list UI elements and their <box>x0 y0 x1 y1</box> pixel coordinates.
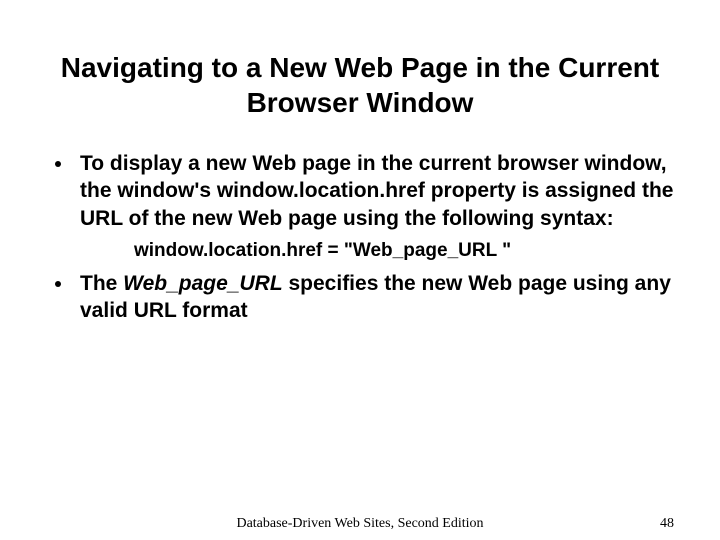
bullet-list-2: The Web_page_URL specifies the new Web p… <box>46 270 674 325</box>
bullet-2-pre: The <box>80 272 123 295</box>
bullet-item-1: To display a new Web page in the current… <box>74 150 674 232</box>
footer-page-number: 48 <box>660 516 674 532</box>
code-sample: window.location.href = "Web_page_URL " <box>134 238 674 264</box>
bullet-1-text: To display a new Web page in the current… <box>80 152 673 230</box>
slide: Navigating to a New Web Page in the Curr… <box>0 0 720 540</box>
slide-title: Navigating to a New Web Page in the Curr… <box>46 50 674 120</box>
footer-source: Database-Driven Web Sites, Second Editio… <box>0 516 720 532</box>
bullet-item-2: The Web_page_URL specifies the new Web p… <box>74 270 674 325</box>
bullet-2-em: Web_page_URL <box>123 272 282 295</box>
bullet-list: To display a new Web page in the current… <box>46 150 674 232</box>
